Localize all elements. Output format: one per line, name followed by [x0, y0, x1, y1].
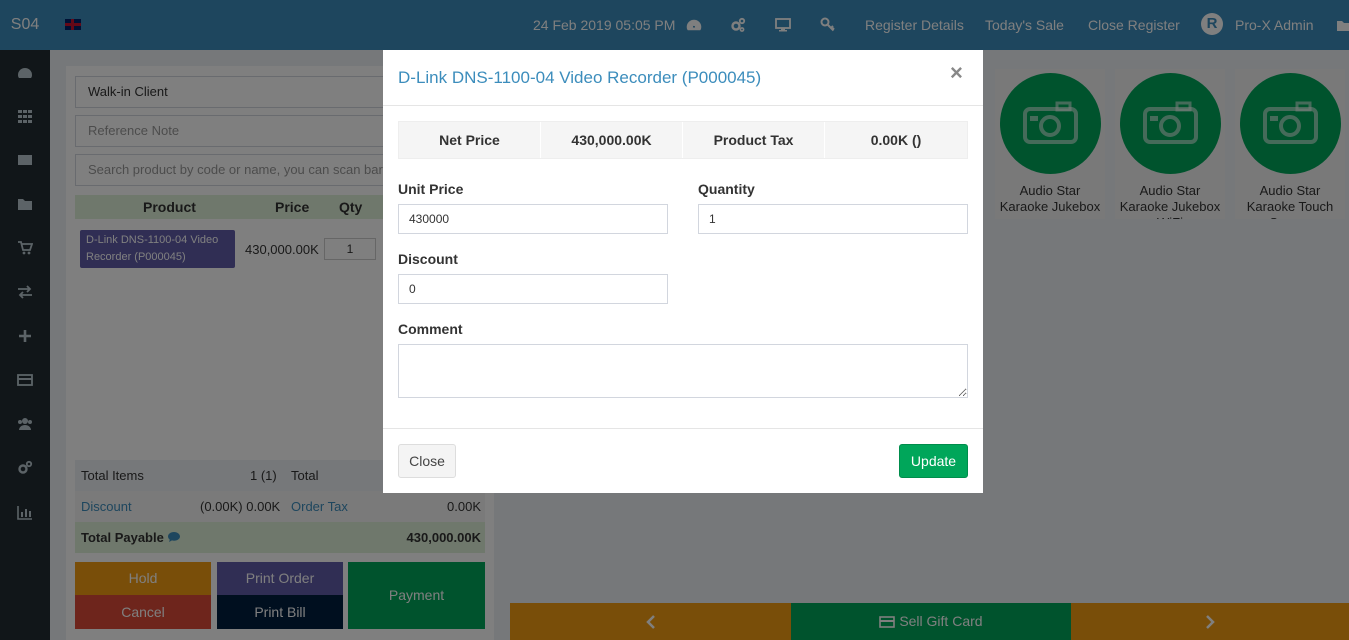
quantity-input[interactable]: [698, 204, 968, 234]
price-info-table: Net Price 430,000.00K Product Tax 0.00K …: [398, 121, 968, 159]
comment-label: Comment: [398, 321, 463, 337]
discount-label: Discount: [398, 251, 458, 267]
modal-header-divider: [383, 105, 983, 106]
quantity-label: Quantity: [698, 181, 755, 197]
net-price-value: 430,000.00K: [541, 122, 683, 158]
comment-textarea[interactable]: [398, 344, 968, 398]
update-button[interactable]: Update: [899, 444, 968, 478]
product-tax-label: Product Tax: [683, 122, 825, 158]
unit-price-input[interactable]: [398, 204, 668, 234]
edit-item-modal: D-Link DNS-1100-04 Video Recorder (P0000…: [383, 50, 983, 493]
close-button[interactable]: Close: [398, 444, 456, 478]
unit-price-label: Unit Price: [398, 181, 464, 197]
modal-title: D-Link DNS-1100-04 Video Recorder (P0000…: [398, 68, 762, 87]
product-tax-value: 0.00K (): [870, 132, 922, 148]
net-price-label: Net Price: [399, 122, 541, 158]
modal-footer-divider: [383, 428, 983, 429]
discount-input[interactable]: [398, 274, 668, 304]
close-icon[interactable]: ×: [950, 62, 963, 84]
